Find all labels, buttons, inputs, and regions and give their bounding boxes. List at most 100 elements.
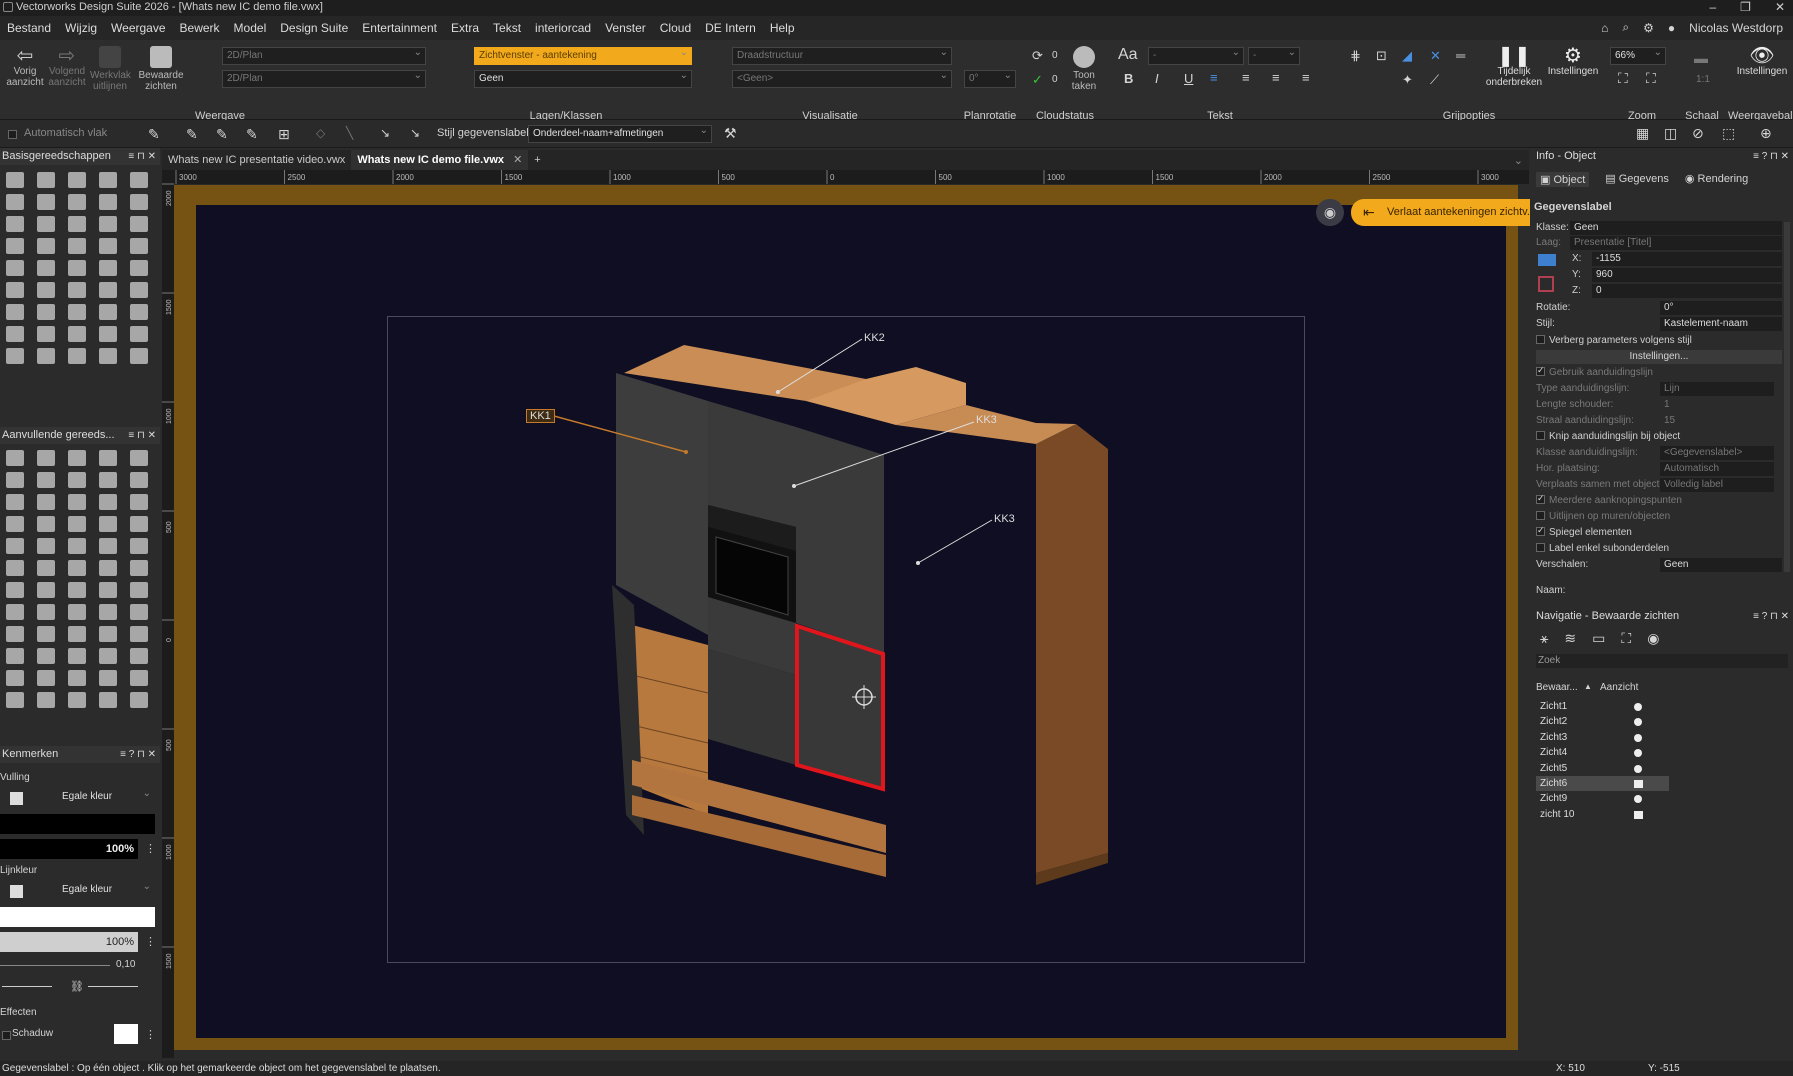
verberg-row[interactable]: Verberg parameters volgens stijl [1536, 335, 1692, 346]
basis-tool-22-icon[interactable] [37, 260, 55, 276]
basis-tool-40-icon[interactable] [130, 326, 148, 342]
nav-col-aanzicht[interactable]: Aanzicht [1600, 682, 1638, 693]
aanvullend-tool-37-icon[interactable] [37, 604, 55, 620]
line-weight-value[interactable]: 0,10 [116, 959, 135, 970]
aanvullend-tool-46-icon[interactable] [6, 648, 24, 664]
gebruik-checkbox[interactable] [1536, 365, 1545, 376]
menu-cloud[interactable]: Cloud [653, 21, 698, 35]
menu-model[interactable]: Model [227, 21, 274, 35]
basis-tool-21-icon[interactable] [6, 260, 24, 276]
nav-search-input[interactable]: Zoek [1536, 654, 1788, 668]
line-style-start[interactable] [2, 986, 52, 987]
label-kk2[interactable]: KK2 [864, 332, 885, 344]
werkvlak-uitlijnen-button[interactable]: Werkvlak uitlijnen [90, 46, 131, 92]
fill-color-swatch[interactable] [10, 792, 23, 805]
shadow-color-swatch[interactable] [114, 1024, 138, 1044]
menu-tekst[interactable]: Tekst [486, 21, 528, 35]
menu-design-suite[interactable]: Design Suite [273, 21, 355, 35]
basis-tool-18-icon[interactable] [68, 238, 86, 254]
align-center-icon[interactable]: ≡ [1242, 70, 1250, 85]
toon-taken-button[interactable]: Toon taken [1064, 46, 1104, 92]
underline-icon[interactable]: U [1184, 71, 1193, 86]
line-style-end[interactable] [88, 986, 138, 987]
stijl-dropdown[interactable]: Kastelement-naam [1660, 317, 1782, 331]
verplaats-dropdown[interactable]: Volledig label [1660, 478, 1774, 492]
basis-tool-26-icon[interactable] [6, 282, 24, 298]
snap-angle-icon[interactable]: ◢ [1402, 48, 1412, 64]
aanvullend-tool-32-icon[interactable] [37, 582, 55, 598]
mode-icon-7[interactable]: ╲ [346, 126, 353, 140]
view-dropdown-2[interactable]: 2D/Plan [222, 68, 426, 88]
tijdelijk-onderbreken-button[interactable]: ❚❚ Tijdelijk onderbreken [1484, 46, 1544, 88]
panel-controls-icon[interactable]: ≡ ? ⊓ ✕ [120, 746, 156, 763]
render-dropdown[interactable]: Draadstructuur [732, 45, 952, 65]
knip-checkbox[interactable] [1536, 431, 1545, 440]
aanvullend-tool-21-icon[interactable] [6, 538, 24, 554]
label-kk3-upper[interactable]: KK3 [976, 414, 997, 426]
aanvullend-tool-16-icon[interactable] [6, 516, 24, 532]
aanvullend-tool-24-icon[interactable] [99, 538, 117, 554]
render-dropdown-2[interactable]: <Geen> [732, 68, 952, 88]
nav-row[interactable]: Zicht3 [1536, 730, 1669, 745]
aanvullend-tool-57-icon[interactable] [37, 692, 55, 708]
basis-tool-6-icon[interactable] [6, 194, 24, 210]
line-color-swatch[interactable] [10, 885, 23, 898]
meerdere-row[interactable]: Meerdere aanknopingspunten [1536, 493, 1682, 506]
layer-dropdown[interactable]: Zichtvenster - aantekening [474, 45, 692, 65]
tab-demo-file[interactable]: Whats new IC demo file.vwx ✕ [351, 150, 529, 170]
nav-row[interactable]: Zicht2 [1536, 714, 1669, 729]
basis-tool-4-icon[interactable] [99, 172, 117, 188]
aanvullend-tool-27-icon[interactable] [37, 560, 55, 576]
basis-tool-43-icon[interactable] [68, 348, 86, 364]
basis-tool-12-icon[interactable] [37, 216, 55, 232]
close-button[interactable]: ✕ [1775, 0, 1785, 14]
volgend-aanzicht-button[interactable]: ⇨ Volgend aanzicht [48, 46, 86, 88]
basis-tool-44-icon[interactable] [99, 348, 117, 364]
basis-tool-13-icon[interactable] [68, 216, 86, 232]
line-color-bar[interactable] [0, 907, 155, 927]
verberg-checkbox[interactable] [1536, 335, 1545, 344]
user-name[interactable]: Nicolas Westdorp [1689, 21, 1783, 35]
line-weight-slider[interactable] [0, 965, 110, 966]
laag-dropdown[interactable]: Presentatie [Titel] [1570, 236, 1782, 250]
basis-tool-45-icon[interactable] [130, 348, 148, 364]
menu-wijzig[interactable]: Wijzig [58, 21, 104, 35]
visibility-icon[interactable]: ⊘ [1692, 125, 1704, 142]
aanvullend-tool-2-icon[interactable] [37, 450, 55, 466]
tab-presentatie[interactable]: Whats new IC presentatie video.vwx [162, 150, 351, 170]
basis-tool-29-icon[interactable] [99, 282, 117, 298]
minimize-button[interactable]: – [1709, 0, 1716, 14]
line-type-dropdown[interactable]: Egale kleur [36, 879, 154, 900]
basis-tool-10-icon[interactable] [130, 194, 148, 210]
aanvullend-tool-3-icon[interactable] [68, 450, 86, 466]
lengte-field[interactable]: 1 [1660, 398, 1774, 412]
aanvullend-tool-35-icon[interactable] [130, 582, 148, 598]
meerdere-checkbox[interactable] [1536, 493, 1545, 504]
rotatie-field[interactable]: 0° [1660, 301, 1782, 315]
position-icon[interactable] [1538, 254, 1556, 266]
label-kk3-lower[interactable]: KK3 [994, 513, 1015, 525]
aanvullend-tool-30-icon[interactable] [130, 560, 148, 576]
basis-tool-37-icon[interactable] [37, 326, 55, 342]
font-size-dropdown[interactable]: - [1248, 45, 1300, 65]
zoom-dropdown[interactable]: 66% [1610, 45, 1666, 65]
mode-icon-8[interactable]: ↘ [380, 126, 390, 140]
uitlijnen-row[interactable]: Uitlijnen op muren/objecten [1536, 511, 1670, 522]
aanvullend-tool-25-icon[interactable] [130, 538, 148, 554]
aanvullend-tool-23-icon[interactable] [68, 538, 86, 554]
mode-icon-2[interactable]: ✎ [186, 126, 198, 143]
nav-row[interactable]: Zicht1 [1536, 699, 1669, 714]
aanvullend-tool-51-icon[interactable] [6, 670, 24, 686]
panel-controls-icon[interactable]: ≡ ? ⊓ ✕ [1753, 148, 1789, 165]
class-dropdown[interactable]: Geen [474, 68, 692, 88]
mode-icon-3[interactable]: ✎ [216, 126, 228, 143]
font-icon[interactable]: Aa [1118, 46, 1138, 64]
aanvullend-tool-14-icon[interactable] [99, 494, 117, 510]
aanvullend-tool-52-icon[interactable] [37, 670, 55, 686]
aanvullend-tool-48-icon[interactable] [68, 648, 86, 664]
aanvullend-tool-43-icon[interactable] [68, 626, 86, 642]
menu-weergave[interactable]: Weergave [104, 21, 172, 35]
stijl-gegevenslabel-dropdown[interactable]: Onderdeel-naam+afmetingen [528, 123, 712, 143]
mode-icon-9[interactable]: ↘ [410, 126, 420, 140]
aanvullend-tool-56-icon[interactable] [6, 692, 24, 708]
